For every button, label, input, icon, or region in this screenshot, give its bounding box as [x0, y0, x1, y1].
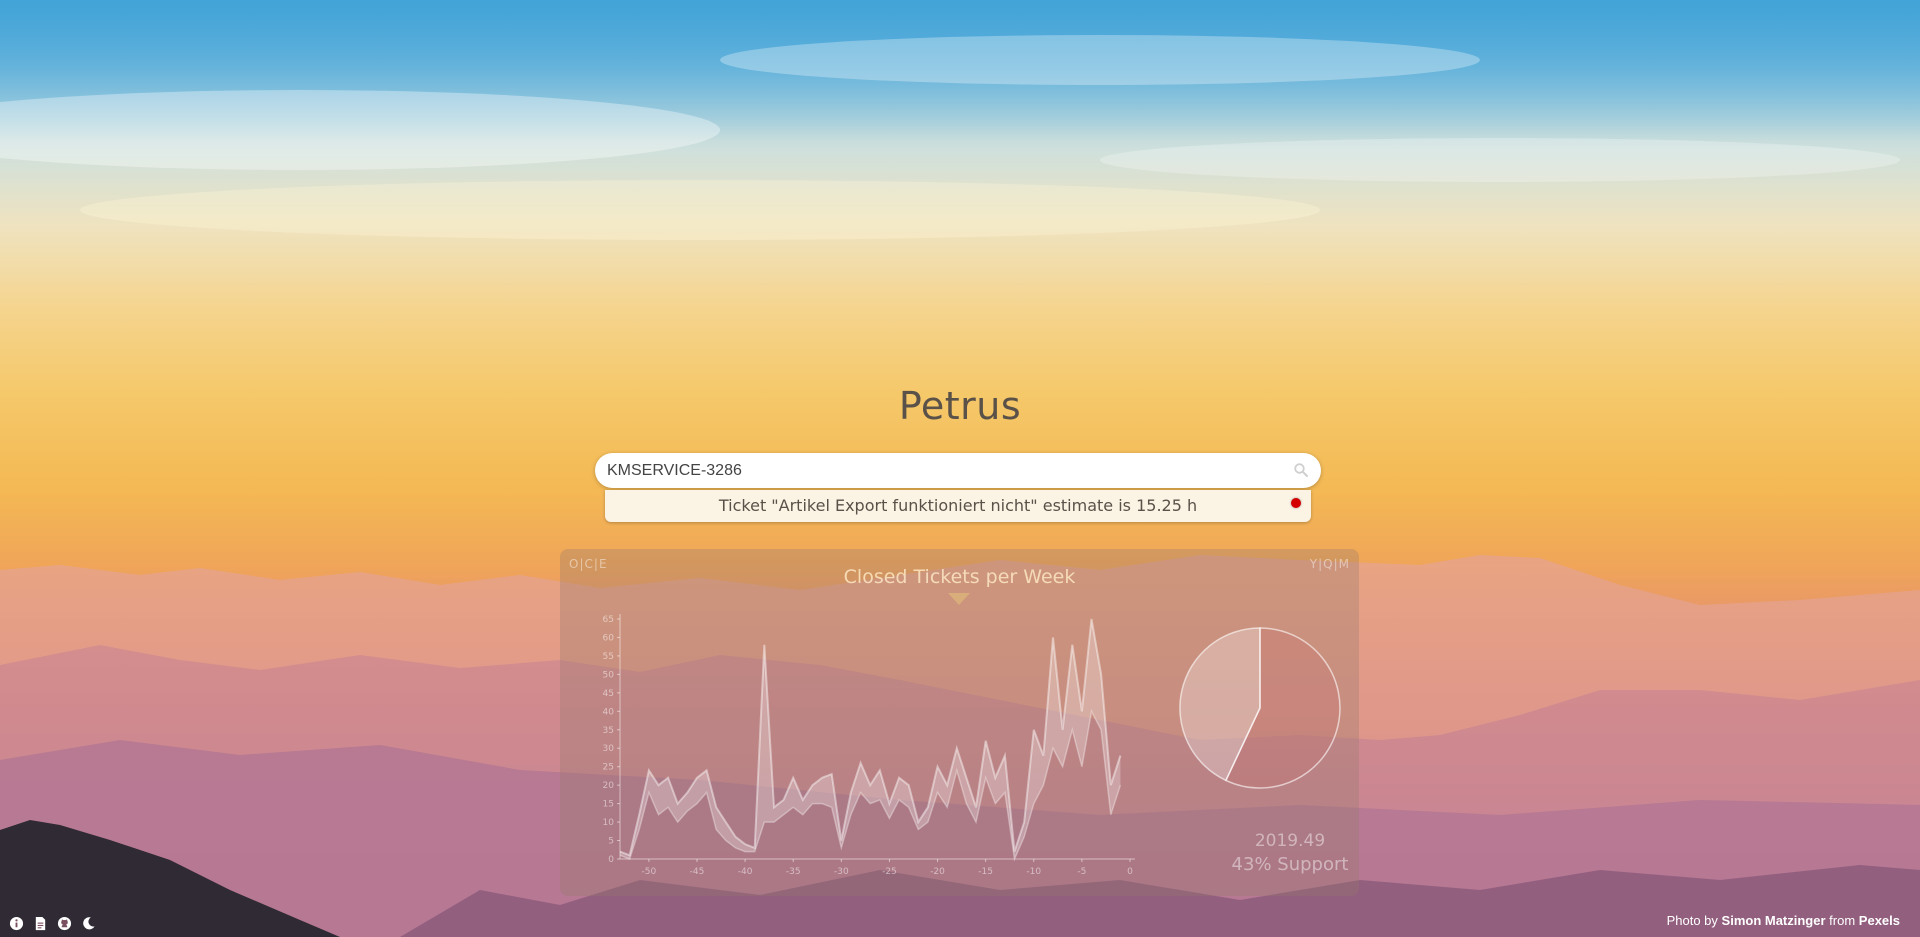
y-tick-label: 5 [608, 837, 614, 847]
result-box: Ticket "Artikel Export funktioniert nich… [605, 490, 1311, 522]
y-tick-label: 45 [603, 689, 614, 699]
y-tick-label: 55 [603, 652, 614, 662]
series-upper-line [619, 618, 1122, 857]
x-tick-label: -30 [834, 867, 849, 877]
y-tick-label: 10 [603, 818, 615, 828]
app-root: Petrus Ticket "Artikel Export funktionie… [0, 0, 1920, 937]
x-tick-label: -15 [978, 867, 993, 877]
x-tick-label: -35 [786, 867, 801, 877]
result-text: Ticket "Artikel Export funktioniert nich… [718, 496, 1198, 515]
github-icon[interactable] [57, 916, 72, 931]
y-tick-label: 25 [603, 763, 614, 773]
y-tick-label: 30 [603, 744, 615, 754]
app-title: Petrus [898, 384, 1022, 428]
footer-icons [9, 913, 100, 931]
credit-source-link[interactable]: Pexels [1859, 913, 1900, 928]
x-tick-label: -25 [882, 867, 897, 877]
x-tick-label: -20 [930, 867, 945, 877]
y-tick-label: 60 [603, 633, 615, 643]
credit-middle: from [1829, 913, 1856, 928]
pie-share-label: 43% Support [1231, 854, 1349, 875]
status-dot [1291, 498, 1301, 508]
y-tick-label: 65 [603, 615, 614, 625]
pie-total-label: 2019.49 [1254, 831, 1326, 851]
photo-credit: Photo by Simon Matzinger from Pexels [1667, 913, 1900, 928]
info-icon[interactable] [9, 916, 24, 931]
y-tick-label: 40 [603, 707, 615, 717]
y-tick-label: 20 [603, 781, 615, 791]
credit-author-link[interactable]: Simon Matzinger [1722, 913, 1826, 928]
x-tick-label: -50 [642, 867, 657, 877]
moon-icon[interactable] [81, 916, 96, 931]
search-input[interactable] [607, 453, 1267, 488]
search-box[interactable] [595, 453, 1321, 488]
y-tick-label: 35 [603, 726, 614, 736]
document-icon[interactable] [33, 916, 48, 931]
x-tick-label: -45 [690, 867, 705, 877]
x-tick-label: 0 [1127, 867, 1133, 877]
search-icon[interactable] [1293, 462, 1309, 478]
y-tick-label: 50 [603, 670, 615, 680]
credit-prefix: Photo by [1666, 913, 1718, 928]
x-tick-label: -40 [738, 867, 753, 877]
y-tick-label: 0 [608, 855, 614, 865]
x-tick-label: -10 [1026, 867, 1041, 877]
x-tick-label: -5 [1077, 867, 1086, 877]
chart-panel: O|C|E Y|Q|M Closed Tickets per Week 0 5 10… [560, 549, 1359, 896]
y-tick-label: 15 [603, 800, 614, 810]
